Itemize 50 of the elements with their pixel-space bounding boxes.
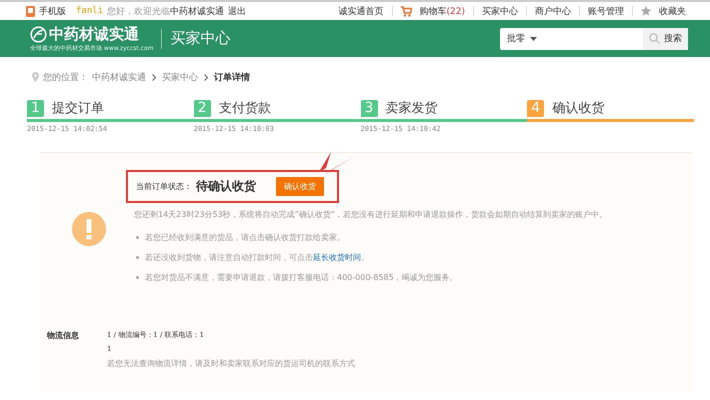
logout-link[interactable]: 退出 <box>228 4 246 18</box>
breadcrumb-current: 订单详情 <box>214 71 250 84</box>
phone-icon <box>26 6 35 16</box>
chevron-icon <box>152 74 156 80</box>
site-link[interactable]: 中药材诚实通 <box>170 4 224 18</box>
cart-link[interactable]: 购物车(22) <box>420 4 465 18</box>
status-value: 待确认收货 <box>196 178 256 195</box>
logistics-label: 物流信息 <box>47 330 80 342</box>
step-label: 确认收货 <box>552 100 604 117</box>
bullet-icon <box>136 276 139 279</box>
warning-icon <box>72 212 106 246</box>
location-pin-icon <box>32 72 39 82</box>
step-label: 提交订单 <box>52 100 104 117</box>
chevron-icon <box>204 74 208 80</box>
notice-text: 您还剩14天23时23分53秒，系统将自动完成”确认收货”，若您没有进行延期和申请退款操作，货款会如期自动结算到卖家的账户中。 <box>134 209 608 220</box>
username: fanli <box>76 6 104 16</box>
logo-icon <box>30 26 47 42</box>
favorites-link[interactable]: 收藏夹 <box>659 4 686 18</box>
logo-text: 中药材诚实通 <box>49 24 139 44</box>
step-number: 2 <box>194 100 211 117</box>
search-button[interactable]: 搜索 <box>643 28 688 50</box>
tip-text: 若您已经收到满意的货品，请点击确认收货打款给卖家。 <box>145 232 345 243</box>
search-icon <box>649 33 660 44</box>
step-number: 1 <box>27 100 44 117</box>
cart-icon <box>400 6 412 16</box>
step-label: 支付货款 <box>218 100 271 117</box>
status-label: 当前订单状态： <box>136 181 192 192</box>
tip-text: 若还没收到货物，请注意自动打款时间，可点击延长收货时间。 <box>145 252 369 263</box>
nav-link[interactable]: 商户中心 <box>535 4 571 18</box>
breadcrumb-label: 您的位置： <box>43 72 88 84</box>
step-number: 3 <box>360 100 378 117</box>
bullet-icon <box>136 236 139 239</box>
scope-dropdown[interactable]: 批零 <box>500 32 537 45</box>
step-number: 4 <box>527 100 544 117</box>
star-icon <box>641 6 651 16</box>
nav-link[interactable]: 账号管理 <box>588 4 624 18</box>
greeting-text: 您好，欢迎光临 <box>107 6 170 18</box>
breadcrumb-link[interactable]: 买家中心 <box>162 70 198 84</box>
tip-text: 若您对货品不满意，需要申请退款，请拨打客服电话：400-000-8585，竭诚为您服务。 <box>145 272 458 283</box>
bullet-icon <box>136 256 139 259</box>
search-field[interactable]: 批零 搜索 <box>500 28 688 50</box>
mobile-link[interactable]: 手机版 <box>39 4 66 18</box>
extend-time-link[interactable]: 延长收货时间 <box>313 253 361 262</box>
logistics-note: 若您无法查询物流详情，请及时和卖家联系对应的货运司机的联系方式 <box>107 358 355 369</box>
breadcrumb-link[interactable]: 中药材诚实通 <box>92 70 146 84</box>
nav-link[interactable]: 买家中心 <box>482 4 518 18</box>
page-title: 买家中心 <box>170 29 230 48</box>
step-label: 卖家发货 <box>386 100 438 117</box>
nav-link[interactable]: 诚实通首页 <box>338 4 384 18</box>
caret-icon <box>530 37 537 41</box>
